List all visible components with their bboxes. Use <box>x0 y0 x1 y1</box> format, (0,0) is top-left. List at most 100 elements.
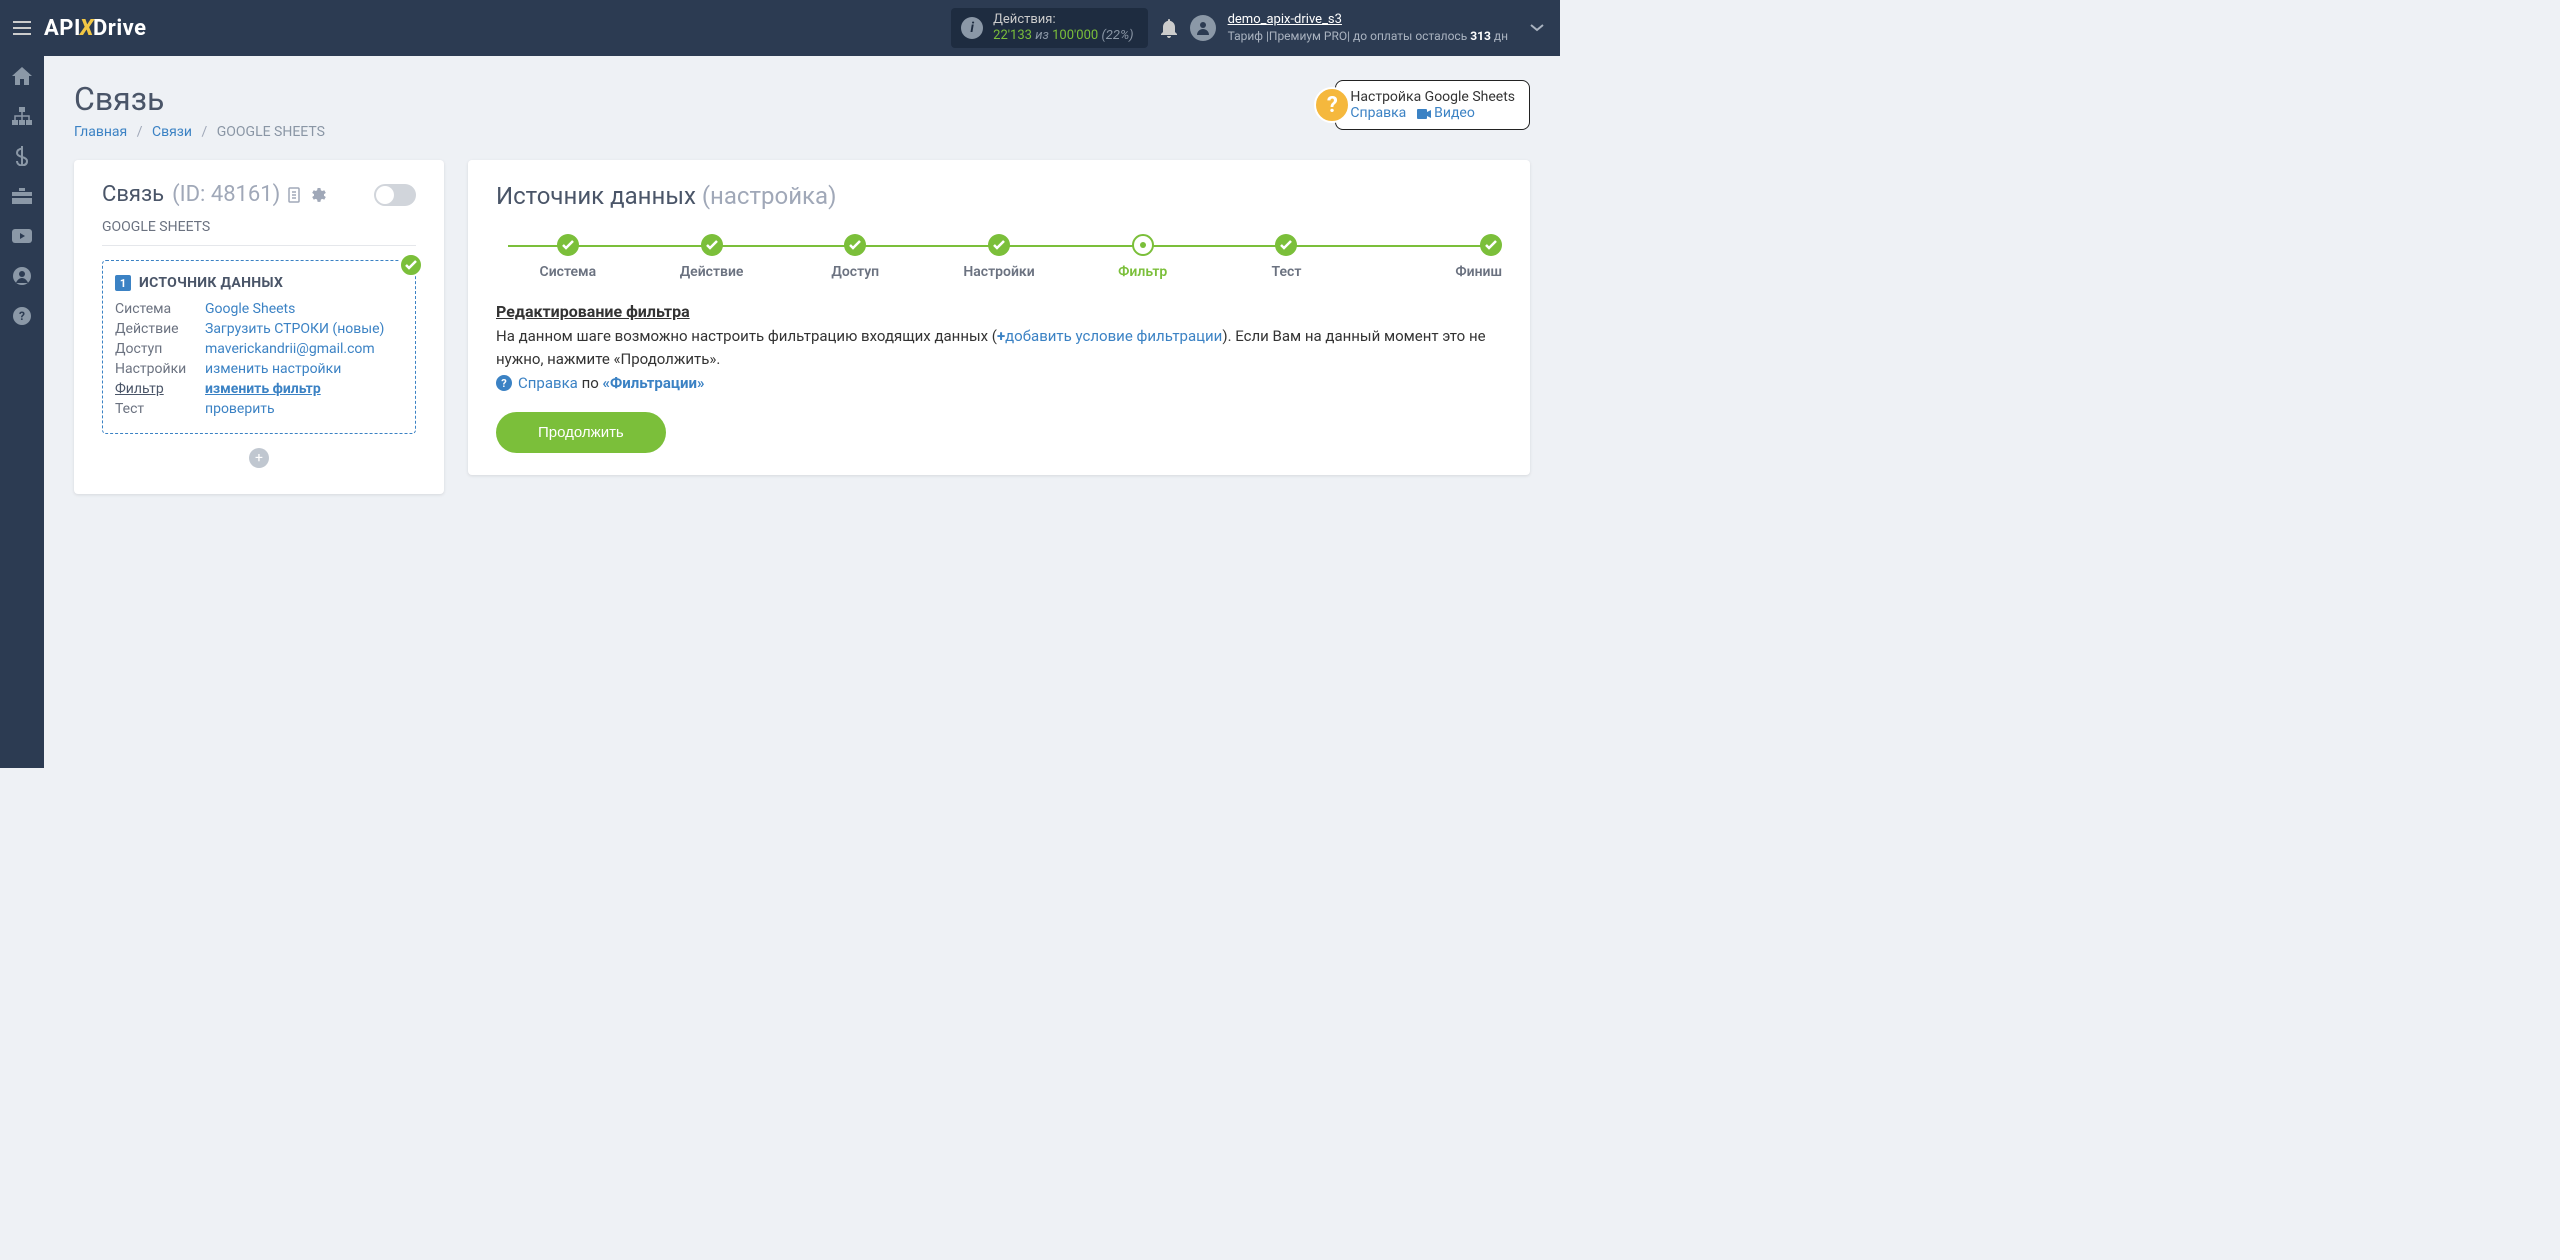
filter-heading: Редактирование фильтра <box>496 302 1502 321</box>
gear-icon <box>310 187 326 203</box>
actions-count: 22'133 <box>993 28 1032 43</box>
check-icon <box>993 240 1005 250</box>
document-icon <box>288 187 302 203</box>
briefcase-icon <box>12 188 32 204</box>
connection-subtitle: GOOGLE SHEETS <box>102 219 416 246</box>
logo-drive: Drive <box>93 16 147 41</box>
connection-toggle[interactable] <box>374 184 416 206</box>
question-circle-icon: ? <box>13 307 31 325</box>
main-content: Связь Главная / Связи / GOOGLE SHEETS ? … <box>44 56 1560 768</box>
row-system-value[interactable]: Google Sheets <box>205 301 403 317</box>
step-access[interactable]: Доступ <box>783 234 927 280</box>
logo-x: X <box>80 16 94 41</box>
add-destination-button[interactable]: + <box>249 448 269 468</box>
sidebar-connections[interactable] <box>0 96 44 136</box>
menu-toggle[interactable] <box>0 0 44 56</box>
add-filter-condition-link[interactable]: +добавить условие фильтрации <box>997 327 1222 345</box>
hamburger-icon <box>12 20 32 36</box>
notifications-button[interactable] <box>1160 18 1178 38</box>
left-sidebar: ? <box>0 56 44 768</box>
actions-total: 100'000 <box>1052 28 1098 43</box>
user-block[interactable]: demo_apix-drive_s3 Тариф |Премиум PRO| д… <box>1228 12 1508 44</box>
home-icon <box>12 67 32 85</box>
breadcrumb-current: GOOGLE SHEETS <box>217 124 325 140</box>
tariff-info: Тариф |Премиум PRO| до оплаты осталось 3… <box>1228 29 1508 45</box>
breadcrumb: Главная / Связи / GOOGLE SHEETS <box>74 124 325 140</box>
row-system-label: Система <box>115 301 205 317</box>
source-check-badge <box>399 253 423 277</box>
top-header: APIXDrive i Действия: 22'133 из 100'000 … <box>0 0 1560 56</box>
source-number-badge: 1 <box>115 275 131 291</box>
check-icon <box>562 240 574 250</box>
connection-title: Связь <box>102 182 164 207</box>
settings-button[interactable] <box>310 187 326 203</box>
filter-help-link[interactable]: Справка <box>518 374 578 392</box>
step-action[interactable]: Действие <box>640 234 784 280</box>
breadcrumb-home[interactable]: Главная <box>74 124 127 140</box>
connection-card: Связь (ID: 48161) GOOGLE SHEETS 1 ИСТОЧН… <box>74 160 444 494</box>
copy-button[interactable] <box>288 187 302 203</box>
row-action-label: Действие <box>115 321 205 337</box>
chevron-down-icon <box>1530 24 1544 32</box>
check-icon <box>706 240 718 250</box>
source-head-label: ИСТОЧНИК ДАННЫХ <box>139 275 283 291</box>
step-filter[interactable]: Фильтр <box>1071 234 1215 280</box>
youtube-icon <box>12 229 32 243</box>
dollar-icon <box>16 146 28 166</box>
connection-id: (ID: 48161) <box>172 182 280 207</box>
row-test-value[interactable]: проверить <box>205 401 403 417</box>
help-question-small-icon: ? <box>496 375 512 391</box>
page-title: Связь <box>74 80 325 118</box>
sidebar-video[interactable] <box>0 216 44 256</box>
check-icon <box>1485 240 1497 250</box>
help-link-docs[interactable]: Справка <box>1350 105 1406 121</box>
sidebar-billing[interactable] <box>0 136 44 176</box>
user-circle-icon <box>13 267 31 285</box>
help-box: ? Настройка Google Sheets Справка Видео <box>1335 80 1530 130</box>
actions-counter[interactable]: i Действия: 22'133 из 100'000 (22%) <box>951 8 1147 49</box>
svg-text:?: ? <box>19 309 25 323</box>
panel-title: Источник данных (настройка) <box>496 182 1502 210</box>
step-system[interactable]: Система <box>496 234 640 280</box>
row-settings-label: Настройки <box>115 361 205 377</box>
info-icon: i <box>961 17 983 39</box>
row-access-value[interactable]: maverickandrii@gmail.com <box>205 341 403 357</box>
help-question-icon[interactable]: ? <box>1314 87 1350 123</box>
sidebar-home[interactable] <box>0 56 44 96</box>
continue-button[interactable]: Продолжить <box>496 412 666 453</box>
logo[interactable]: APIXDrive <box>44 16 147 41</box>
stepper: Система Действие Доступ Настройки <box>496 234 1502 280</box>
sidebar-profile[interactable] <box>0 256 44 296</box>
sitemap-icon <box>12 107 32 125</box>
step-finish[interactable]: Финиш <box>1358 234 1502 280</box>
video-icon <box>1417 109 1431 119</box>
username: demo_apix-drive_s3 <box>1228 12 1508 29</box>
sidebar-integrations[interactable] <box>0 176 44 216</box>
step-test[interactable]: Тест <box>1215 234 1359 280</box>
row-filter-label: Фильтр <box>115 381 205 397</box>
row-access-label: Доступ <box>115 341 205 357</box>
sidebar-help[interactable]: ? <box>0 296 44 336</box>
help-link-video[interactable]: Видео <box>1434 105 1475 121</box>
filter-description: На данном шаге возможно настроить фильтр… <box>496 325 1502 370</box>
check-icon <box>849 240 861 250</box>
row-filter-value[interactable]: изменить фильтр <box>205 381 403 397</box>
user-menu-toggle[interactable] <box>1530 24 1544 32</box>
check-icon <box>405 260 417 270</box>
user-avatar[interactable] <box>1190 15 1216 41</box>
main-panel: Источник данных (настройка) Система Дейс… <box>468 160 1530 475</box>
row-test-label: Тест <box>115 401 205 417</box>
actions-pct: (22%) <box>1101 28 1133 43</box>
check-icon <box>1280 240 1292 250</box>
step-settings[interactable]: Настройки <box>927 234 1071 280</box>
data-source-box: 1 ИСТОЧНИК ДАННЫХ Система Google Sheets … <box>102 260 416 434</box>
actions-of: из <box>1035 28 1049 43</box>
row-action-value[interactable]: Загрузить СТРОКИ (новые) <box>205 321 403 337</box>
breadcrumb-links[interactable]: Связи <box>152 124 192 140</box>
actions-label: Действия: <box>993 12 1133 28</box>
bell-icon <box>1160 18 1178 38</box>
user-icon <box>1195 20 1211 36</box>
filter-help-line: ? Справка по «Фильтрации» <box>496 374 1502 392</box>
help-title: Настройка Google Sheets <box>1350 89 1515 105</box>
row-settings-value[interactable]: изменить настройки <box>205 361 403 377</box>
